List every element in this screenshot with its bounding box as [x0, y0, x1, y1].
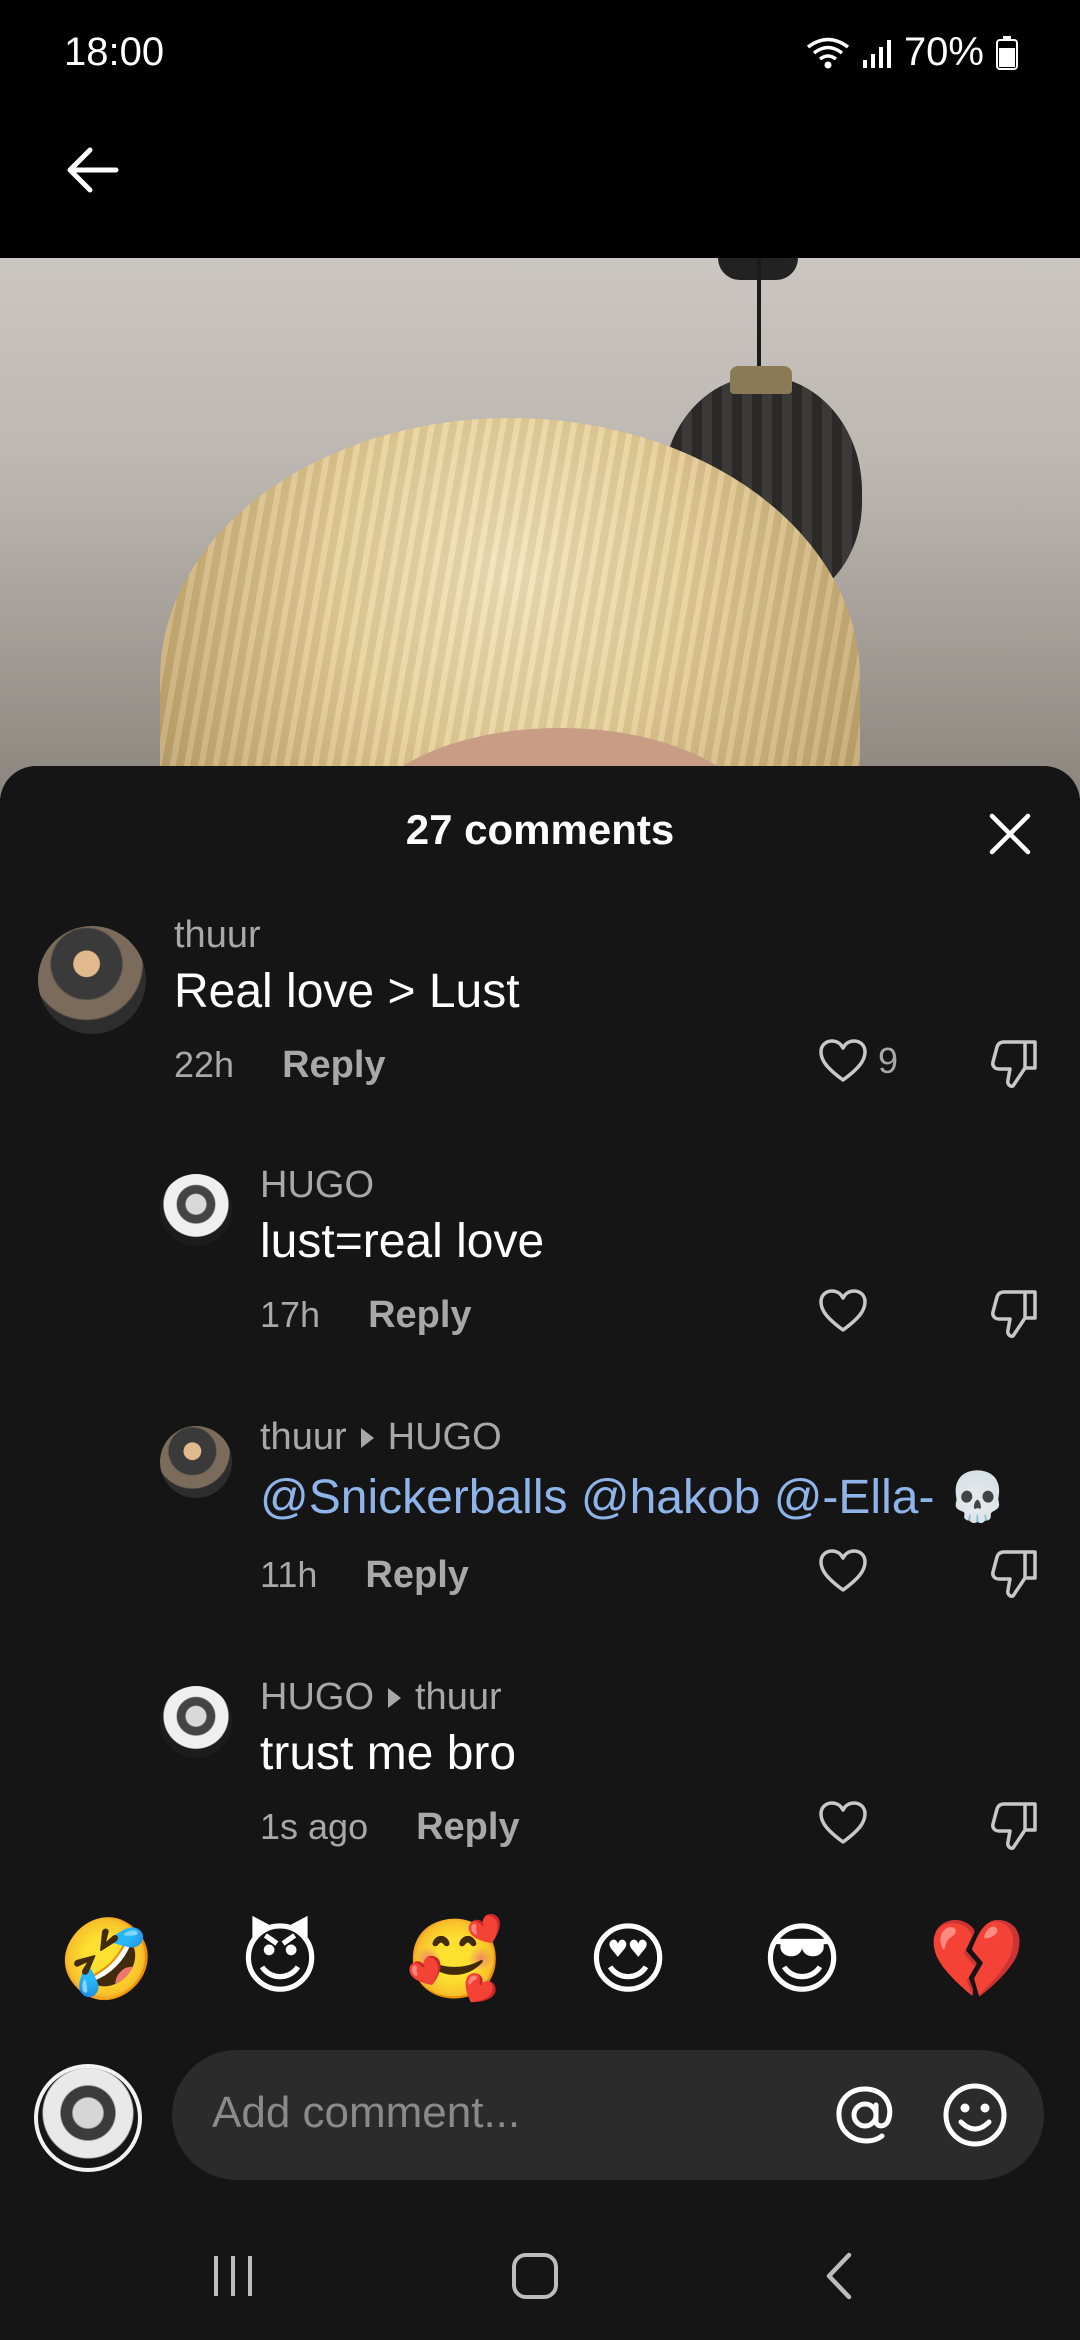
like-count: 9	[878, 1040, 899, 1081]
like-button[interactable]	[818, 1548, 868, 1594]
mention-button[interactable]	[830, 2080, 900, 2150]
emoji-broken-heart-button[interactable]: 💔	[928, 1920, 1025, 1998]
system-nav-bar	[0, 2200, 1080, 2340]
emoji-rofl-button[interactable]: 🤣	[58, 1920, 155, 1998]
comment-username[interactable]: HUGO thuur	[260, 1676, 502, 1719]
like-button[interactable]	[818, 1800, 868, 1846]
back-chevron-icon	[826, 2252, 852, 2300]
status-time: 18:00	[64, 30, 165, 74]
comment-text: trust me bro	[260, 1727, 517, 1780]
status-bar: 18:00 70%	[0, 0, 1080, 110]
comment-time: 17h	[260, 1294, 321, 1335]
comment-reply: HUGO thuur trust me bro 1s ago Reply	[0, 766, 1080, 1850]
avatar[interactable]	[38, 926, 146, 1034]
comment-meta: 17h Reply	[260, 1294, 472, 1337]
mention[interactable]: @hakob	[581, 1471, 761, 1524]
reply-button[interactable]: Reply	[365, 1554, 468, 1597]
comment-text: Real love > Lust	[174, 965, 520, 1018]
back-arrow-icon	[67, 147, 119, 193]
mention[interactable]: @Snickerballs	[260, 1471, 568, 1524]
reply-to-username[interactable]: thuur	[415, 1676, 502, 1719]
comment-username[interactable]: HUGO	[260, 1164, 374, 1207]
back-button[interactable]	[52, 130, 132, 210]
emoji-smiling-hearts-button[interactable]: 🥰	[406, 1920, 503, 1998]
home-button[interactable]	[490, 2246, 580, 2306]
reply-button[interactable]: Reply	[282, 1044, 385, 1087]
battery-icon	[996, 35, 1018, 70]
avatar[interactable]	[160, 1426, 232, 1498]
emoji-quick-bar: 🤣 😈 🥰 😍 😎 💔	[58, 1920, 1025, 1998]
at-icon	[836, 2086, 893, 2144]
home-icon	[512, 2253, 558, 2299]
close-button[interactable]	[978, 802, 1042, 866]
dislike-button[interactable]	[990, 1288, 1040, 1345]
reply-arrow-icon	[360, 1427, 374, 1448]
reply-to-username[interactable]: HUGO	[388, 1416, 502, 1459]
thumbs-down-icon	[991, 1040, 1037, 1088]
emoji-picker-button[interactable]	[940, 2080, 1010, 2150]
smiley-icon	[943, 2083, 1007, 2147]
post-photo	[0, 258, 1080, 798]
comment-time: 11h	[260, 1554, 318, 1595]
thumbs-down-icon	[991, 1550, 1037, 1598]
recents-icon	[214, 2256, 252, 2296]
username-text[interactable]: HUGO	[260, 1676, 374, 1719]
emoji-sunglasses-button[interactable]: 😎	[754, 1920, 850, 1998]
dislike-button[interactable]	[990, 1038, 1040, 1095]
comment-username[interactable]: thuur HUGO	[260, 1416, 502, 1459]
comments-count-title: 27 comments	[405, 806, 675, 853]
comment-username[interactable]: thuur	[174, 914, 261, 957]
comment-meta: 11h Reply	[260, 1554, 469, 1597]
heart-icon	[819, 1801, 867, 1844]
thumbs-down-icon	[991, 1802, 1037, 1850]
username-text[interactable]: thuur	[260, 1416, 347, 1459]
reply-arrow-icon	[388, 1687, 401, 1708]
lamp-cord	[757, 258, 761, 378]
emoji-heart-eyes-button[interactable]: 😍	[580, 1920, 676, 1998]
wifi-icon	[806, 36, 850, 70]
my-avatar[interactable]	[34, 2064, 142, 2172]
battery-percent: 70%	[903, 30, 984, 74]
reply-button[interactable]: Reply	[416, 1806, 519, 1849]
like-button[interactable]: 9	[818, 1038, 898, 1084]
comment-text: @Snickerballs @hakob @-Ella- 💀	[260, 1468, 1008, 1525]
comment-text: lust=real love	[260, 1215, 545, 1268]
top-header	[0, 110, 1080, 258]
reply-button[interactable]: Reply	[368, 1294, 471, 1337]
heart-icon	[819, 1039, 867, 1082]
avatar[interactable]	[160, 1686, 232, 1758]
comment-input-placeholder: Add comment...	[212, 2088, 521, 2137]
mention[interactable]: @-Ella-	[774, 1471, 935, 1524]
comment-time: 1s ago	[260, 1806, 369, 1847]
dislike-button[interactable]	[990, 1548, 1040, 1605]
comment-meta: 1s ago Reply	[260, 1806, 520, 1849]
signal-icon	[862, 38, 892, 68]
status-icons: 70%	[806, 30, 1018, 75]
comment-meta: 22h Reply	[174, 1044, 386, 1087]
username-text[interactable]: thuur	[174, 914, 261, 957]
emoji-devil-button[interactable]: 😈	[232, 1920, 328, 1998]
username-text[interactable]: HUGO	[260, 1164, 374, 1207]
dislike-button[interactable]	[990, 1800, 1040, 1857]
heart-icon	[819, 1289, 867, 1332]
skull-emoji: 💀	[947, 1471, 1008, 1524]
comment-time: 22h	[174, 1044, 235, 1085]
like-button[interactable]	[818, 1288, 868, 1334]
avatar[interactable]	[160, 1174, 232, 1246]
close-icon	[989, 813, 1031, 855]
lamp-fitting	[730, 366, 792, 394]
comment-input[interactable]: Add comment...	[172, 2050, 1044, 2180]
system-back-button[interactable]	[794, 2246, 884, 2306]
heart-icon	[819, 1549, 867, 1592]
thumbs-down-icon	[991, 1290, 1037, 1338]
recents-button[interactable]	[188, 2246, 278, 2306]
